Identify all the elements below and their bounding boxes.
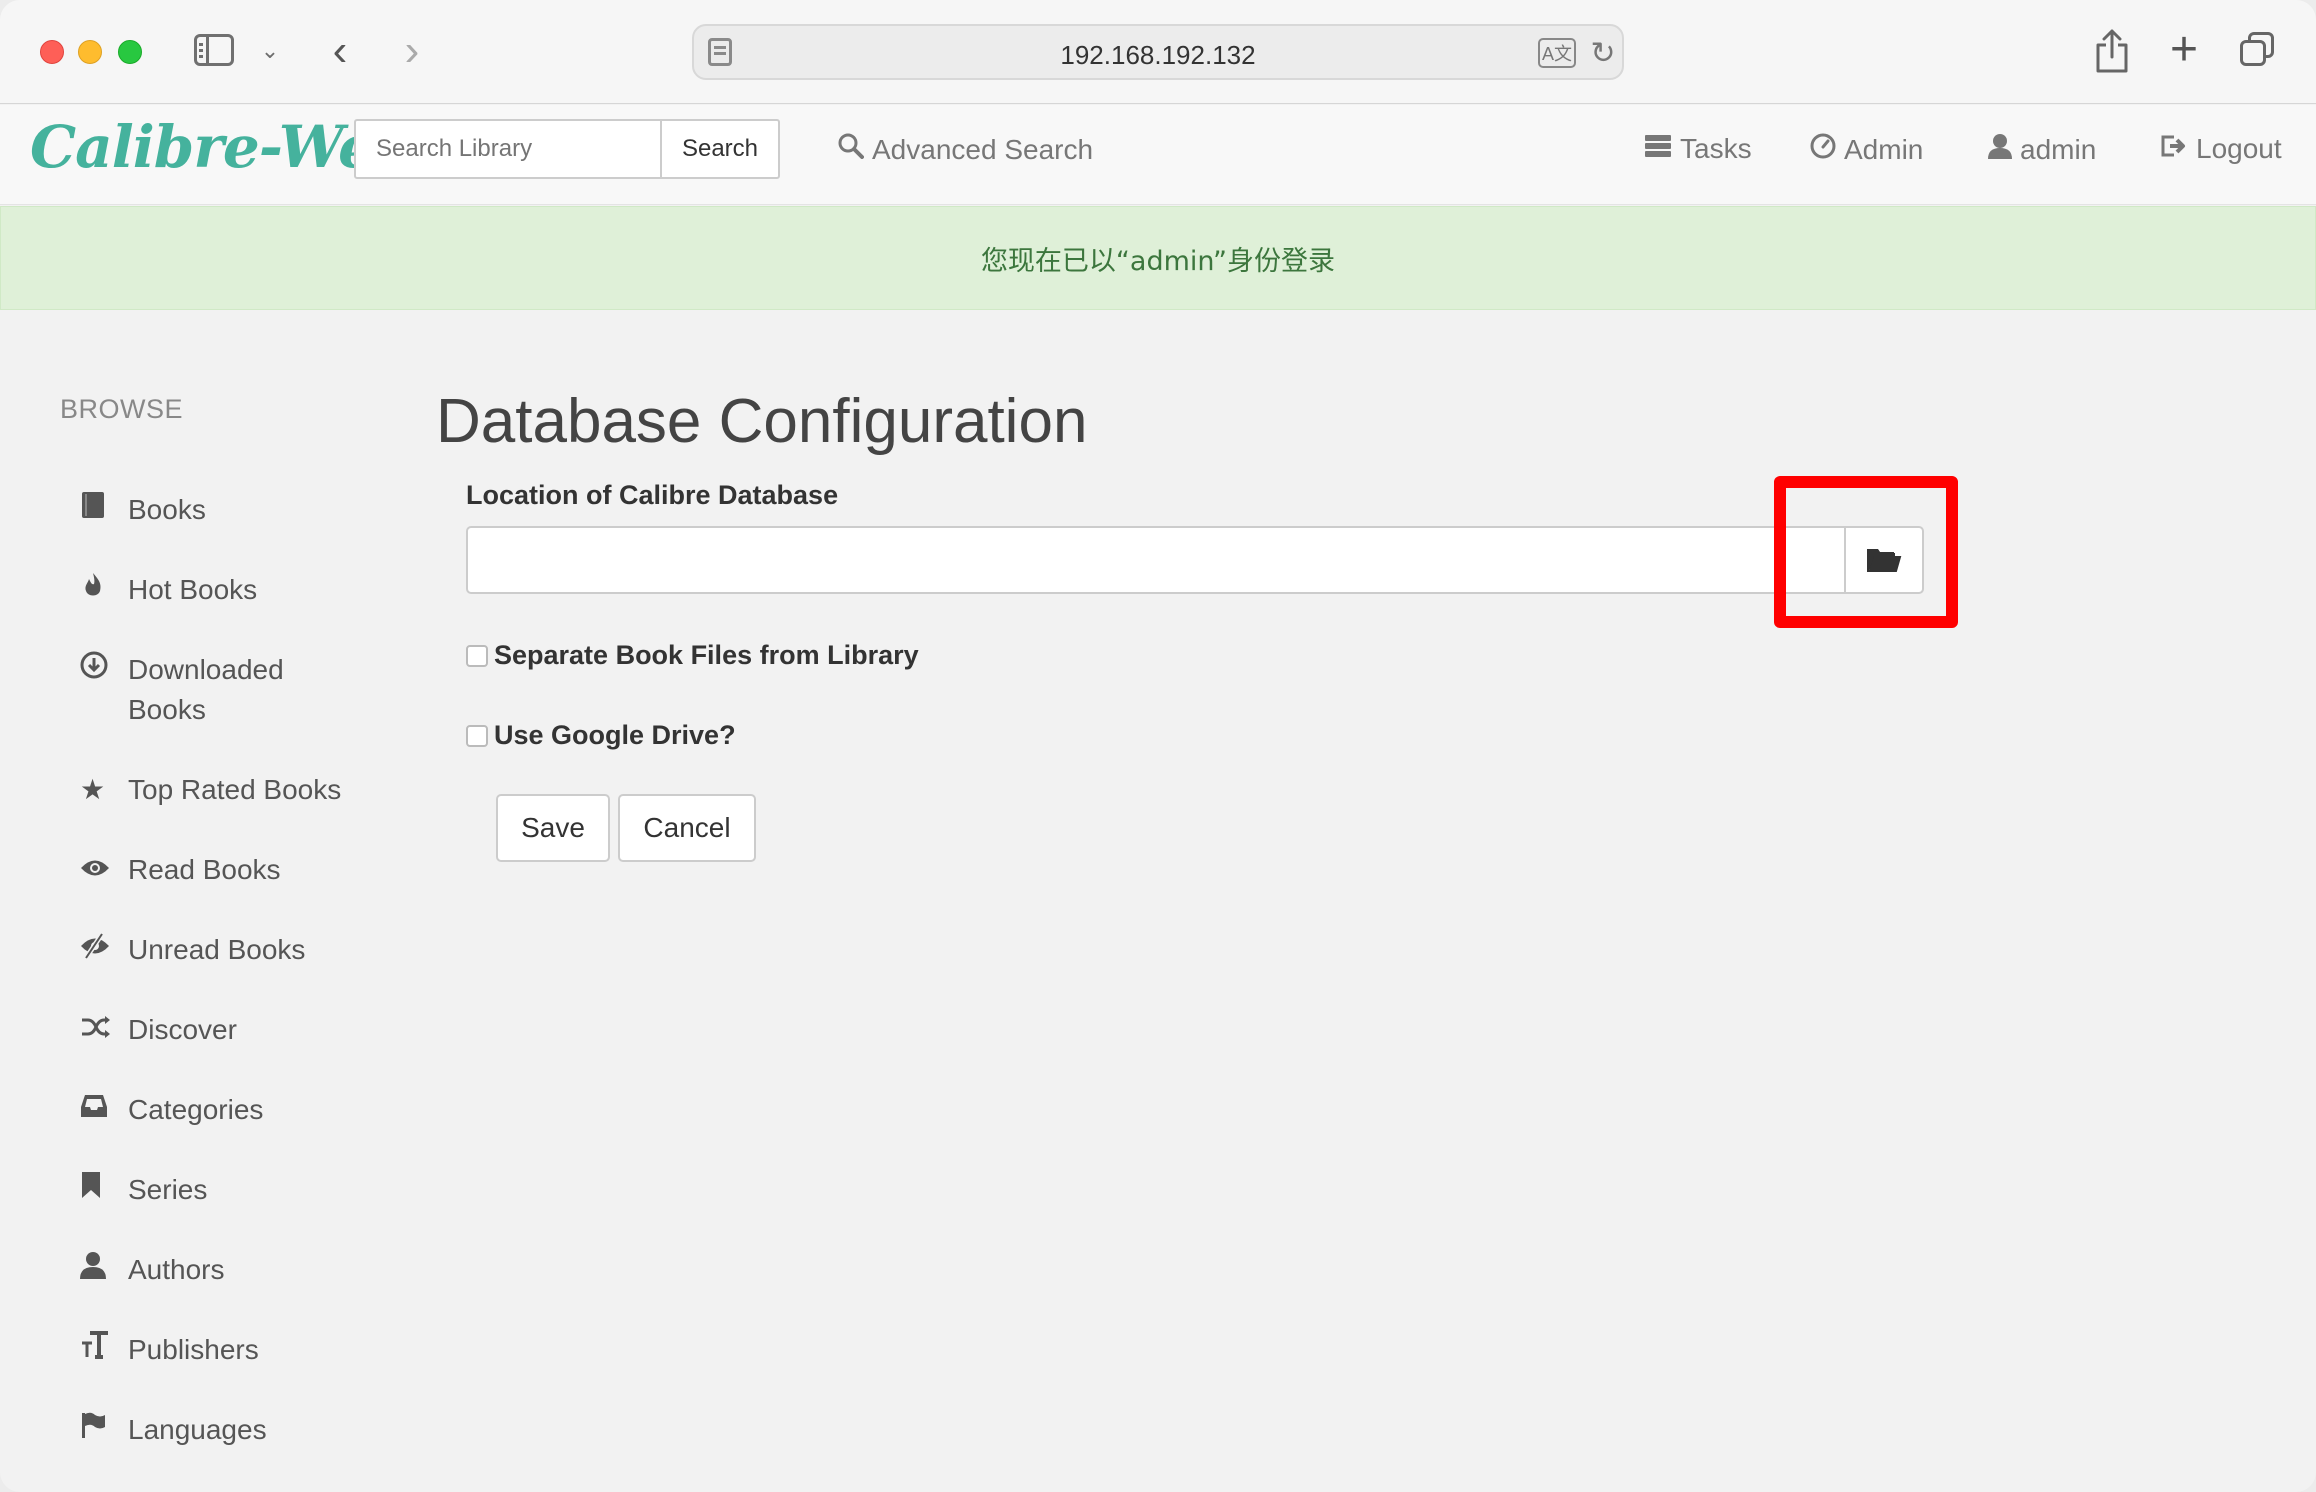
sidebar-item-label: Publishers: [128, 1334, 259, 1365]
sidebar-item-label: Read Books: [128, 854, 281, 885]
sidebar-item-authors[interactable]: Authors: [80, 1250, 380, 1290]
sidebar-item-categories[interactable]: Categories: [80, 1090, 380, 1130]
google-drive-option[interactable]: Use Google Drive?: [466, 720, 736, 751]
google-drive-checkbox[interactable]: [466, 724, 488, 747]
sidebar-item-label: Downloaded Books: [128, 654, 284, 725]
location-label: Location of Calibre Database: [466, 480, 839, 510]
tasks-label: Tasks: [1680, 133, 1752, 164]
back-button[interactable]: ‹: [320, 26, 360, 76]
text-size-icon: [80, 1330, 128, 1370]
eye-slash-icon: [80, 930, 128, 970]
user-icon: [80, 1250, 128, 1290]
shuffle-icon: [80, 1010, 128, 1050]
flag-icon: [80, 1410, 128, 1450]
save-button[interactable]: Save: [496, 794, 610, 862]
admin-link[interactable]: Admin: [1810, 133, 1923, 166]
forward-button[interactable]: ›: [392, 26, 432, 76]
sidebar-item-label: Authors: [128, 1254, 225, 1285]
tasks-icon: [1644, 134, 1672, 165]
minimize-window-button[interactable]: [78, 40, 102, 64]
sidebar-item-discover[interactable]: Discover: [80, 1010, 380, 1050]
bookmark-icon: [80, 1170, 128, 1210]
sidebar-item-series[interactable]: Series: [80, 1170, 380, 1210]
fire-icon: [80, 570, 128, 610]
user-label: admin: [2020, 133, 2097, 165]
book-icon: [80, 490, 128, 530]
sidebar-item-label: Hot Books: [128, 574, 258, 605]
sidebar-item-books[interactable]: Books: [80, 490, 380, 530]
new-tab-icon[interactable]: +: [2162, 23, 2206, 76]
tasks-link[interactable]: Tasks: [1644, 133, 1752, 165]
separate-files-checkbox[interactable]: [466, 644, 488, 667]
advanced-search-label: Advanced Search: [872, 133, 1094, 165]
user-profile-link[interactable]: admin: [1988, 133, 2096, 166]
eye-icon: [80, 850, 128, 890]
url-text: 192.168.192.132: [1060, 40, 1256, 70]
logout-label: Logout: [2196, 133, 2282, 164]
database-location-input[interactable]: [466, 526, 1846, 594]
browser-window: ⌄ ‹ › 192.168.192.132 A文 ↻ + Calibre-Web…: [0, 0, 2316, 1492]
inbox-icon: [80, 1090, 128, 1130]
app-navbar: Calibre-Web Search Advanced Search Tasks…: [0, 105, 2316, 205]
cancel-button[interactable]: Cancel: [618, 794, 756, 862]
logout-icon: [2160, 134, 2188, 165]
tab-overview-icon[interactable]: [2238, 30, 2278, 70]
login-success-alert: 您现在已以“admin”身份登录: [0, 206, 2316, 310]
sidebar-item-label: Series: [128, 1174, 208, 1205]
folder-open-icon: [1866, 545, 1902, 576]
download-icon: [80, 650, 128, 690]
google-drive-label[interactable]: Use Google Drive?: [494, 720, 736, 751]
page-title: Database Configuration: [436, 387, 1088, 456]
translate-icon[interactable]: A文: [1538, 38, 1576, 68]
browse-folder-button[interactable]: [1844, 526, 1924, 594]
sidebar-item-label: Categories: [128, 1094, 264, 1125]
address-bar[interactable]: 192.168.192.132 A文 ↻: [692, 24, 1624, 80]
share-icon[interactable]: [2092, 26, 2132, 76]
sidebar-item-unread-books[interactable]: Unread Books: [80, 930, 380, 970]
sidebar-item-hot-books[interactable]: Hot Books: [80, 570, 380, 610]
zoom-window-button[interactable]: [118, 40, 142, 64]
browse-heading: BROWSE: [60, 394, 184, 424]
sidebar-item-publishers[interactable]: Publishers: [80, 1330, 380, 1370]
sidebar-item-top-rated-books[interactable]: ★ Top Rated Books: [80, 770, 380, 810]
sidebar-item-label: Books: [128, 494, 206, 525]
reload-icon[interactable]: ↻: [1588, 36, 1618, 70]
sidebar-item-read-books[interactable]: Read Books: [80, 850, 380, 890]
sidebar-item-label: Top Rated Books: [128, 774, 342, 805]
chevron-down-icon[interactable]: ⌄: [258, 36, 282, 66]
advanced-search-link[interactable]: Advanced Search: [838, 133, 1093, 166]
star-icon: ★: [80, 774, 106, 805]
sidebar-item-label: Languages: [128, 1414, 267, 1445]
logout-link[interactable]: Logout: [2160, 133, 2282, 165]
admin-label: Admin: [1844, 133, 1924, 165]
close-window-button[interactable]: [40, 40, 64, 64]
sidebar-item-languages[interactable]: Languages: [80, 1410, 380, 1450]
dashboard-icon: [1810, 133, 1836, 166]
sidebar-toggle-icon[interactable]: [194, 34, 234, 66]
sidebar-item-label: Unread Books: [128, 934, 306, 965]
user-icon: [1988, 133, 2012, 166]
search-icon: [838, 133, 864, 166]
browser-toolbar: ⌄ ‹ › 192.168.192.132 A文 ↻ +: [0, 0, 2316, 104]
separate-files-option[interactable]: Separate Book Files from Library: [466, 640, 919, 671]
sidebar-item-label: Discover: [128, 1014, 237, 1045]
sidebar-item-downloaded-books[interactable]: Downloaded Books: [80, 650, 380, 730]
separate-files-label[interactable]: Separate Book Files from Library: [494, 640, 919, 671]
search-button[interactable]: Search: [660, 119, 780, 179]
search-input[interactable]: [354, 119, 662, 179]
